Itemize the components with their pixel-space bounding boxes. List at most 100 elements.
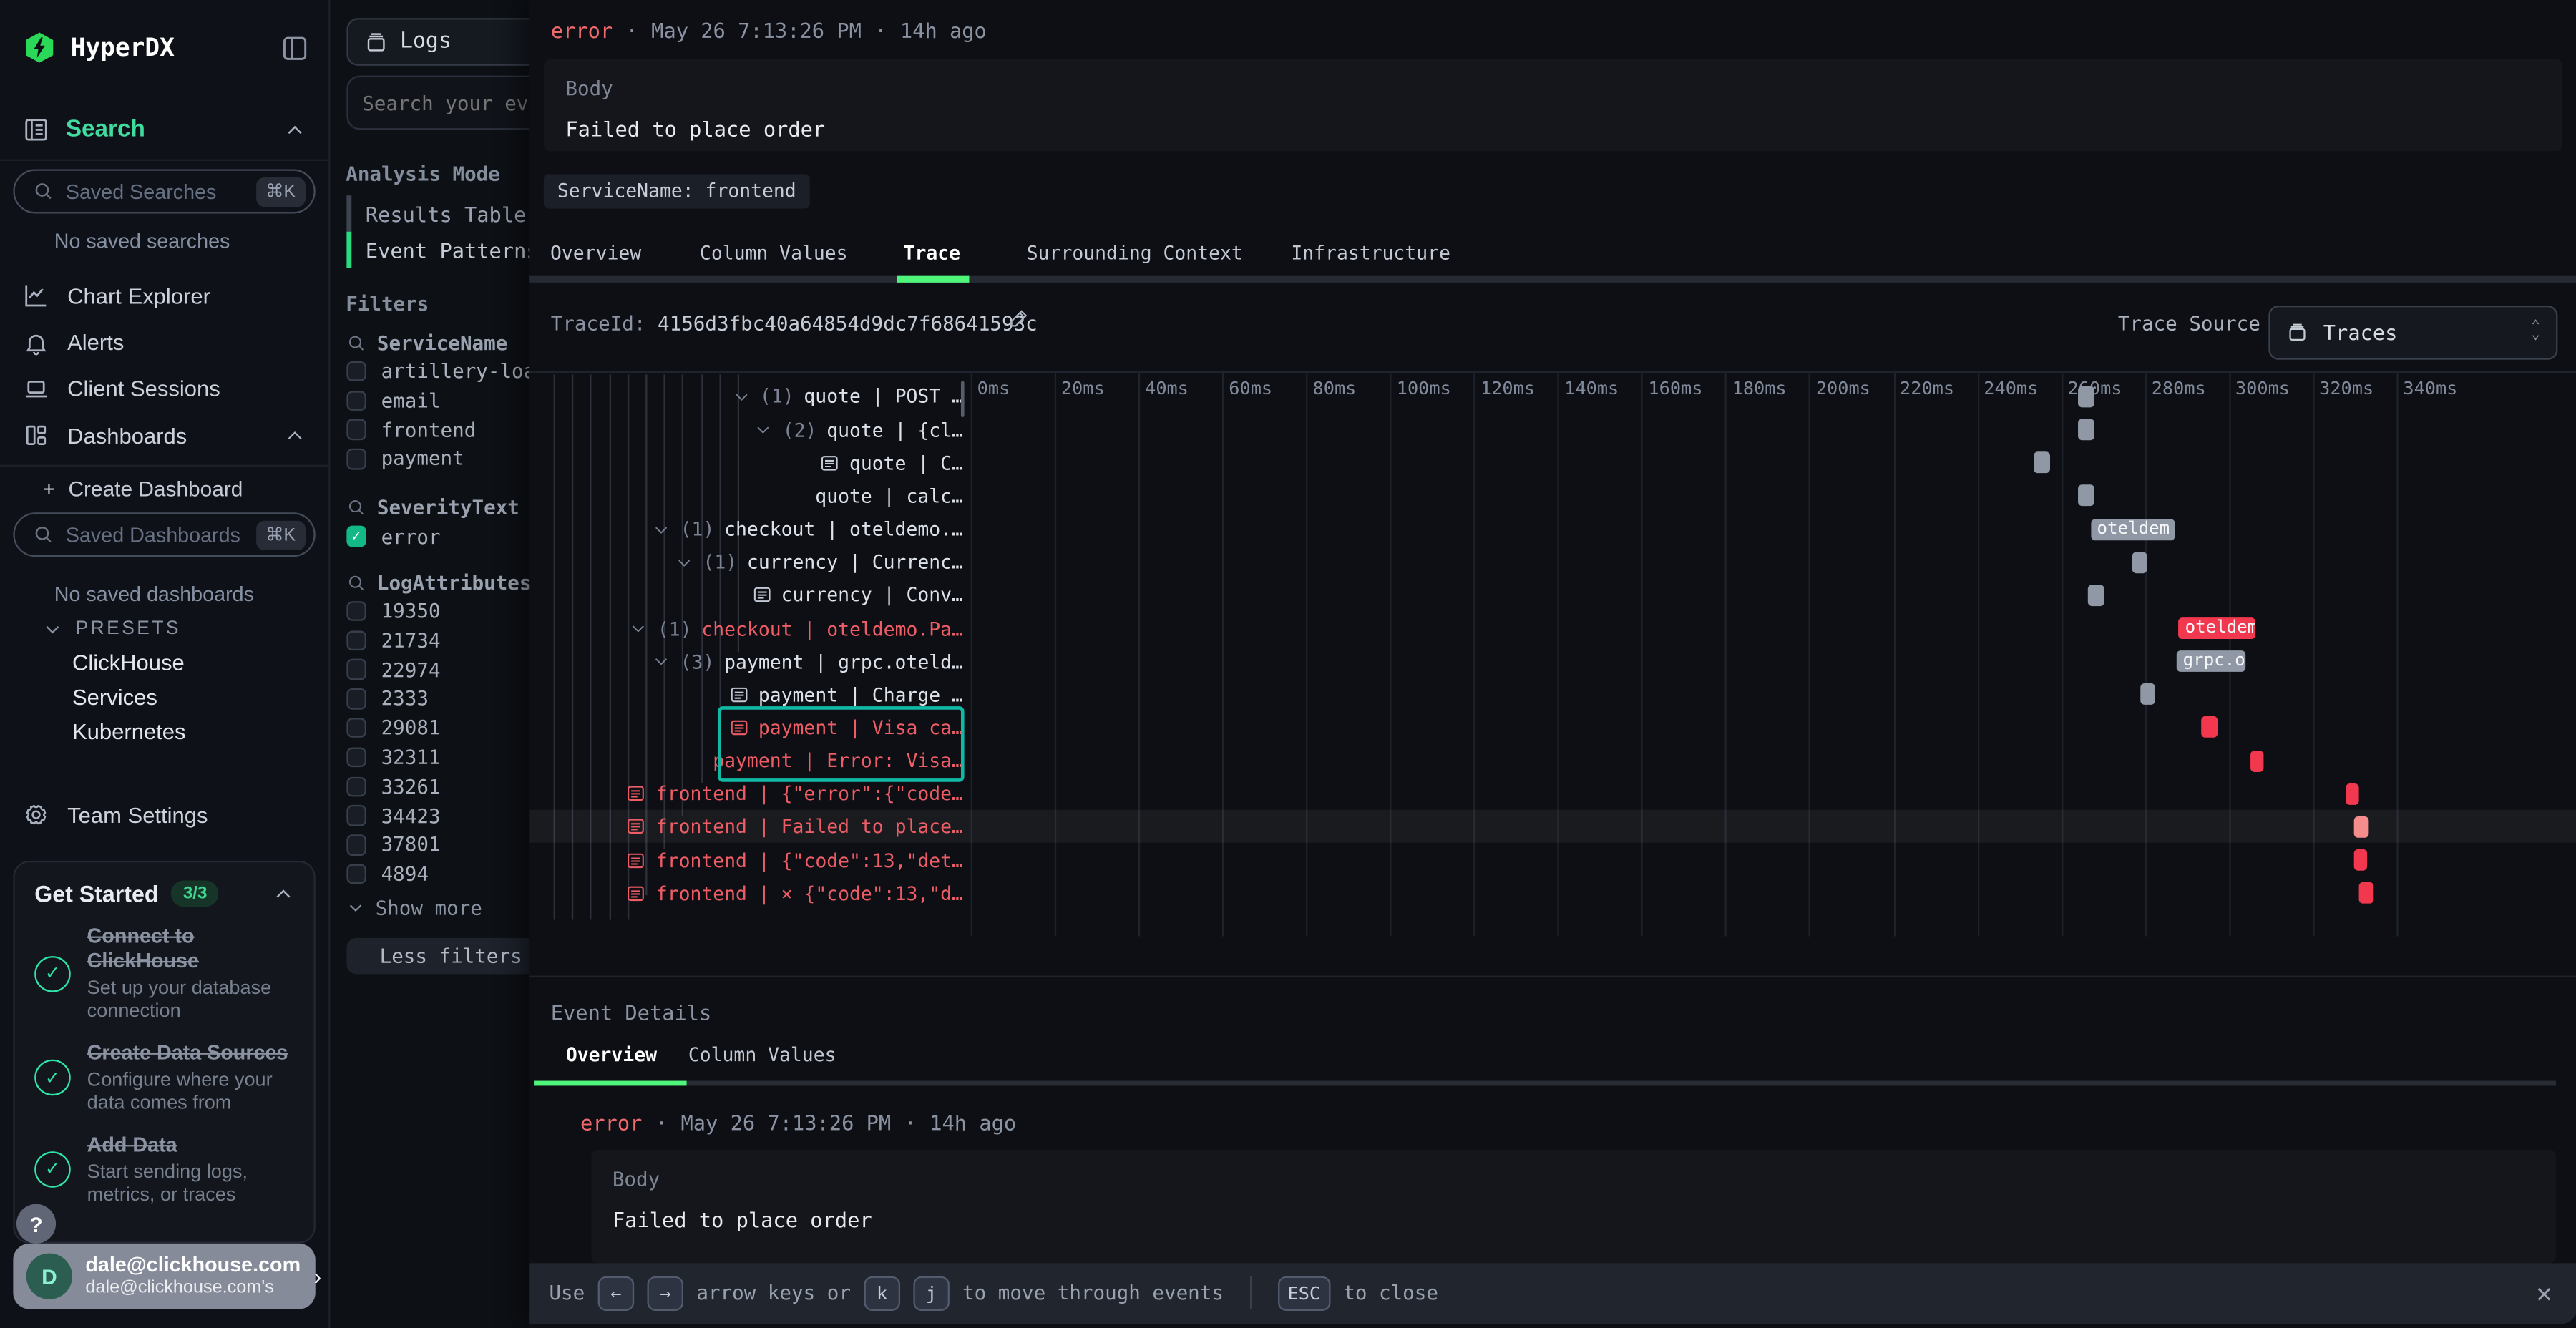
sidebar-item-search[interactable]: Search [23, 112, 305, 148]
chevron-up-icon[interactable] [283, 424, 305, 446]
span-duration-bar[interactable] [2346, 783, 2359, 804]
presets-toggle[interactable]: PRESETS [43, 619, 181, 639]
checkbox[interactable] [346, 864, 366, 884]
get-started-item[interactable]: ✓Add DataStart sending logs, metrics, or… [34, 1133, 294, 1206]
sidebar-item-client-sessions[interactable]: Client Sessions [0, 366, 328, 411]
user-menu[interactable]: D dale@clickhouse.com dale@clickhouse.co… [13, 1244, 315, 1309]
facet-value-34423[interactable]: 34423 [346, 803, 440, 829]
trace-tree-row[interactable]: (1)quote | POST … [549, 380, 963, 413]
chevron-down-icon[interactable] [732, 388, 750, 406]
trace-tree-row[interactable]: (1)checkout | oteldemo.… [549, 512, 963, 545]
trace-tree-row[interactable]: quote | calc… [549, 479, 963, 512]
tab-infrastructure[interactable]: Infrastructure [1291, 241, 1450, 264]
search-input[interactable] [346, 76, 556, 130]
facet-value-19350[interactable]: 19350 [346, 598, 440, 625]
trace-tree-row[interactable]: (2)quote | {cl… [549, 413, 963, 446]
edit-trace-id-icon[interactable] [1009, 307, 1030, 328]
tab-overview[interactable]: Overview [566, 1043, 657, 1066]
facet-value-33261[interactable]: 33261 [346, 773, 440, 800]
checkbox[interactable] [346, 747, 366, 768]
checkbox[interactable] [346, 835, 366, 856]
trace-source-select[interactable]: Traces ⌃⌄ [2269, 305, 2558, 360]
less-filters-button[interactable]: Less filters [346, 938, 556, 973]
checkbox[interactable] [346, 419, 366, 440]
get-started-item[interactable]: ✓Connect to ClickHouseSet up your databa… [34, 924, 294, 1022]
facet-value-21734[interactable]: 21734 [346, 627, 440, 653]
trace-tree-row[interactable]: frontend | Failed to place… [549, 811, 963, 844]
span-duration-bar[interactable] [2132, 552, 2147, 573]
tab-column-values[interactable]: Column Values [688, 1043, 836, 1066]
span-duration-bar[interactable] [2034, 452, 2050, 474]
sidebar-item-alerts[interactable]: Alerts [0, 320, 328, 366]
preset-clickhouse[interactable]: ClickHouse [72, 650, 185, 675]
sidebar-item-team-settings[interactable]: Team Settings [0, 792, 328, 838]
checkbox[interactable] [346, 361, 366, 381]
facet-value-32311[interactable]: 32311 [346, 744, 440, 771]
close-icon[interactable]: ✕ [2536, 1277, 2552, 1309]
tab-column-values[interactable]: Column Values [700, 241, 848, 264]
trace-tree-row[interactable]: (1)currency | Currenc… [549, 545, 963, 578]
chevron-down-icon[interactable] [653, 520, 670, 538]
get-started-item[interactable]: ✓Create Data SourcesConfigure where your… [34, 1041, 294, 1115]
facet-value-error[interactable]: ✓error [346, 523, 440, 550]
preset-kubernetes[interactable]: Kubernetes [72, 720, 186, 744]
chevron-down-icon[interactable] [675, 553, 693, 571]
service-name-tag[interactable]: ServiceName: frontend [545, 173, 810, 208]
analysis-mode-results-table[interactable]: Results Table [346, 195, 556, 232]
span-duration-bar[interactable]: oteldem [2090, 518, 2174, 540]
trace-tree-row[interactable]: (3)payment | grpc.oteld… [549, 645, 963, 678]
span-duration-bar[interactable] [2355, 816, 2369, 838]
analysis-mode-event-patterns[interactable]: Event Patterns [346, 232, 556, 268]
help-button[interactable]: ? [16, 1204, 56, 1244]
chevron-down-icon[interactable] [755, 421, 773, 439]
create-dashboard-button[interactable]: + Create Dashboard [43, 474, 243, 502]
span-duration-bar[interactable] [2078, 419, 2094, 441]
tab-overview[interactable]: Overview [550, 241, 641, 264]
saved-dashboards-input[interactable]: Saved Dashboards ⌘K [13, 512, 315, 557]
trace-tree-row[interactable]: frontend | {"error":{"code… [549, 777, 963, 810]
source-select-button[interactable]: Logs [346, 18, 556, 66]
facet-value-37801[interactable]: 37801 [346, 832, 440, 859]
span-duration-bar[interactable] [2078, 485, 2094, 507]
facet-value-4894[interactable]: 4894 [346, 861, 429, 887]
span-duration-bar[interactable] [2358, 882, 2373, 904]
checkbox[interactable] [346, 601, 366, 622]
facet-value-payment[interactable]: payment [346, 446, 464, 472]
facet-value-email[interactable]: email [346, 387, 440, 414]
checkbox[interactable] [346, 449, 366, 469]
facet-value-29081[interactable]: 29081 [346, 715, 440, 741]
checkbox[interactable] [346, 659, 366, 680]
saved-searches-input[interactable]: Saved Searches ⌘K [13, 169, 315, 213]
span-duration-bar[interactable]: oteldem [2178, 617, 2255, 639]
facet-value-22974[interactable]: 22974 [346, 656, 440, 683]
tab-trace[interactable]: Trace [904, 241, 960, 264]
preset-services[interactable]: Services [72, 685, 157, 709]
span-duration-bar[interactable]: grpc.o [2176, 650, 2245, 672]
trace-tree-row[interactable]: payment | Charge … [549, 678, 963, 711]
span-duration-bar[interactable] [2355, 849, 2368, 871]
checkbox[interactable] [346, 776, 366, 797]
trace-tree-row[interactable]: frontend | {"code":13,"det… [549, 844, 963, 877]
trace-tree-row[interactable]: frontend | × {"code":13,"d… [549, 877, 963, 909]
span-duration-bar[interactable] [2202, 717, 2218, 738]
checkbox[interactable] [346, 390, 366, 411]
span-duration-bar[interactable] [2141, 684, 2155, 706]
sidebar-item-dashboards[interactable]: Dashboards [0, 412, 328, 458]
show-more-button[interactable]: Show more [346, 895, 482, 919]
trace-tree-row[interactable]: currency | Conv… [549, 579, 963, 612]
facet-value-frontend[interactable]: frontend [346, 416, 476, 443]
checkbox[interactable] [346, 688, 366, 709]
chevron-down-icon[interactable] [653, 653, 670, 670]
trace-tree-row[interactable]: (1)checkout | oteldemo.Pa… [549, 612, 963, 645]
chevron-down-icon[interactable] [630, 619, 648, 637]
checkbox[interactable] [346, 806, 366, 826]
span-duration-bar[interactable] [2250, 750, 2264, 771]
trace-tree-row[interactable]: quote | C… [549, 446, 963, 479]
checkbox-checked[interactable]: ✓ [346, 526, 366, 547]
checkbox[interactable] [346, 718, 366, 738]
sidebar-collapse-icon[interactable] [280, 34, 308, 62]
sidebar-item-chart-explorer[interactable]: Chart Explorer [0, 273, 328, 318]
facet-value-2333[interactable]: 2333 [346, 685, 429, 712]
checkbox[interactable] [346, 630, 366, 651]
span-duration-bar[interactable] [2078, 386, 2094, 407]
